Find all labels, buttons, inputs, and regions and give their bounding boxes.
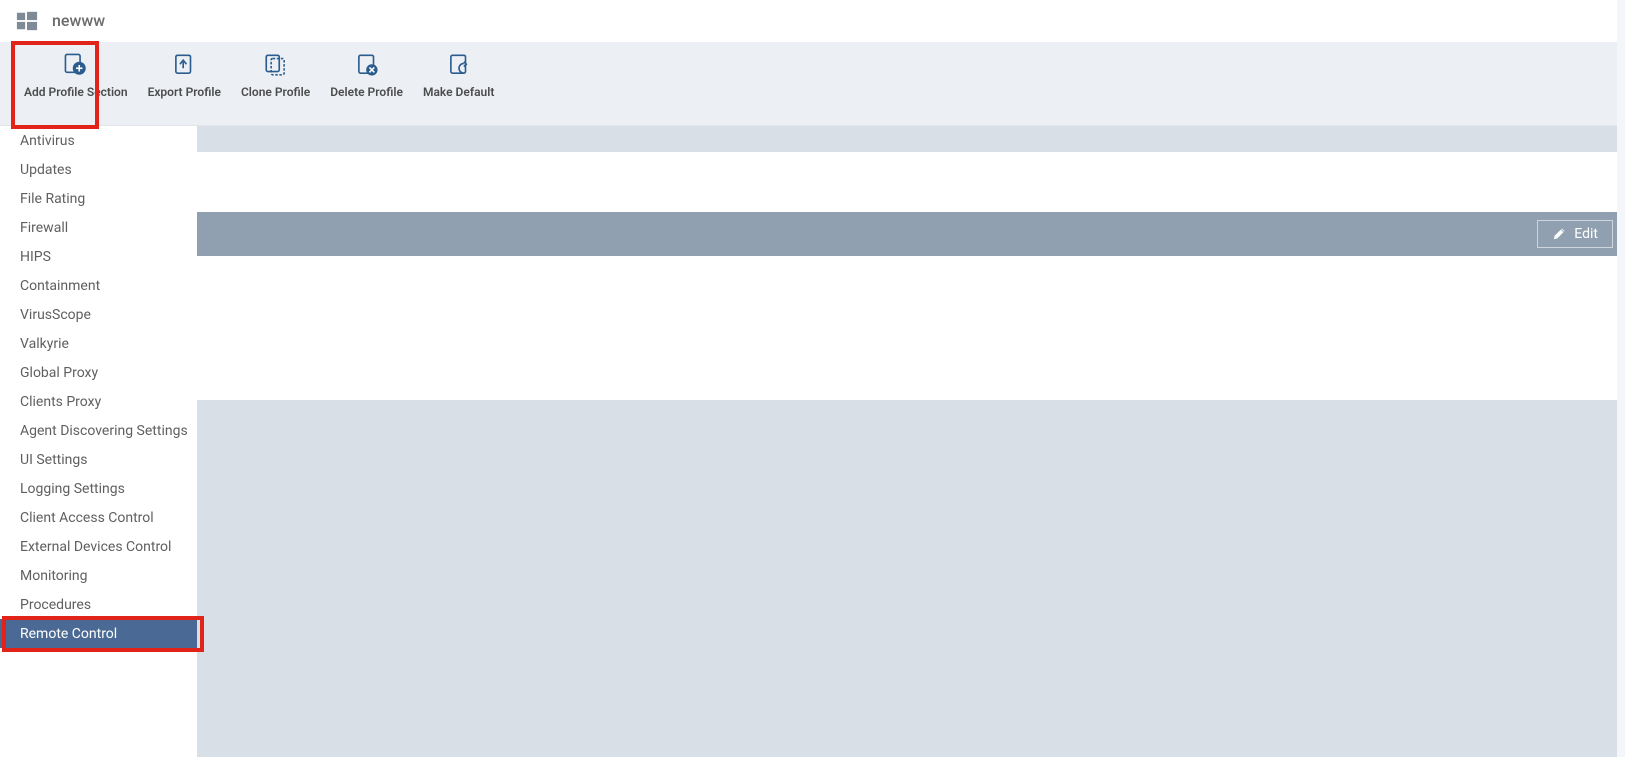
toolbar-label: Export Profile (148, 86, 221, 100)
sidebar-item-label: VirusScope (20, 307, 91, 323)
main-content: Edit (197, 126, 1625, 757)
sidebar-item-agent-discovering-settings[interactable]: Agent Discovering Settings (0, 416, 197, 445)
sidebar-item-ui-settings[interactable]: UI Settings (0, 445, 197, 474)
export-profile-button[interactable]: Export Profile (138, 42, 231, 106)
sidebar-item-label: Clients Proxy (20, 394, 101, 410)
sidebar-item-antivirus[interactable]: Antivirus (0, 126, 197, 155)
content-rest (197, 400, 1625, 757)
sidebar-item-client-access-control[interactable]: Client Access Control (0, 503, 197, 532)
sidebar-item-label: External Devices Control (20, 539, 171, 555)
sidebar: Antivirus Updates File Rating Firewall H… (0, 126, 197, 757)
sidebar-item-label: File Rating (20, 191, 85, 207)
sidebar-item-monitoring[interactable]: Monitoring (0, 561, 197, 590)
pencil-icon (1552, 227, 1566, 241)
sidebar-item-remote-control[interactable]: Remote Control (0, 619, 197, 648)
sidebar-item-hips[interactable]: HIPS (0, 242, 197, 271)
sidebar-item-label: Antivirus (20, 133, 75, 149)
sidebar-item-label: Remote Control (20, 626, 117, 642)
content-panel-upper (197, 152, 1625, 212)
sidebar-item-global-proxy[interactable]: Global Proxy (0, 358, 197, 387)
sidebar-item-label: Monitoring (20, 568, 88, 584)
sidebar-item-updates[interactable]: Updates (0, 155, 197, 184)
content-gap (197, 126, 1625, 152)
export-profile-icon (171, 52, 197, 78)
sidebar-item-procedures[interactable]: Procedures (0, 590, 197, 619)
sidebar-item-label: HIPS (20, 249, 51, 265)
sidebar-item-file-rating[interactable]: File Rating (0, 184, 197, 213)
sidebar-item-virusscope[interactable]: VirusScope (0, 300, 197, 329)
sidebar-item-label: Valkyrie (20, 336, 69, 352)
toolbar-label: Make Default (423, 86, 494, 100)
sidebar-item-firewall[interactable]: Firewall (0, 213, 197, 242)
edit-bar: Edit (197, 212, 1625, 256)
edit-button-label: Edit (1574, 226, 1598, 242)
sidebar-item-external-devices-control[interactable]: External Devices Control (0, 532, 197, 561)
sidebar-item-label: Logging Settings (20, 481, 125, 497)
header: newww (0, 0, 1625, 42)
add-profile-section-button[interactable]: Add Profile Section (14, 42, 138, 106)
delete-profile-button[interactable]: Delete Profile (320, 42, 413, 106)
make-default-icon (446, 52, 472, 78)
sidebar-item-logging-settings[interactable]: Logging Settings (0, 474, 197, 503)
sidebar-item-label: Firewall (20, 220, 68, 236)
content-panel-lower (197, 256, 1625, 400)
toolbar-label: Clone Profile (241, 86, 310, 100)
clone-profile-button[interactable]: Clone Profile (231, 42, 320, 106)
page-title: newww (52, 11, 105, 30)
body: Antivirus Updates File Rating Firewall H… (0, 126, 1625, 757)
delete-profile-icon (354, 52, 380, 78)
sidebar-item-containment[interactable]: Containment (0, 271, 197, 300)
sidebar-item-label: UI Settings (20, 452, 87, 468)
sidebar-item-label: Updates (20, 162, 72, 178)
make-default-button[interactable]: Make Default (413, 42, 504, 106)
sidebar-item-valkyrie[interactable]: Valkyrie (0, 329, 197, 358)
sidebar-item-label: Global Proxy (20, 365, 98, 381)
sidebar-item-label: Procedures (20, 597, 91, 613)
sidebar-item-label: Containment (20, 278, 100, 294)
windows-icon (16, 10, 38, 32)
edit-button[interactable]: Edit (1537, 220, 1613, 248)
toolbar-label: Delete Profile (330, 86, 403, 100)
add-profile-section-icon (63, 52, 89, 78)
toolbar: Add Profile Section Export Profile Clone… (0, 42, 1625, 126)
clone-profile-icon (263, 52, 289, 78)
scrollbar-track[interactable] (1617, 0, 1625, 757)
toolbar-label: Add Profile Section (24, 86, 128, 100)
sidebar-item-clients-proxy[interactable]: Clients Proxy (0, 387, 197, 416)
sidebar-item-label: Client Access Control (20, 510, 154, 526)
sidebar-item-label: Agent Discovering Settings (20, 423, 188, 439)
